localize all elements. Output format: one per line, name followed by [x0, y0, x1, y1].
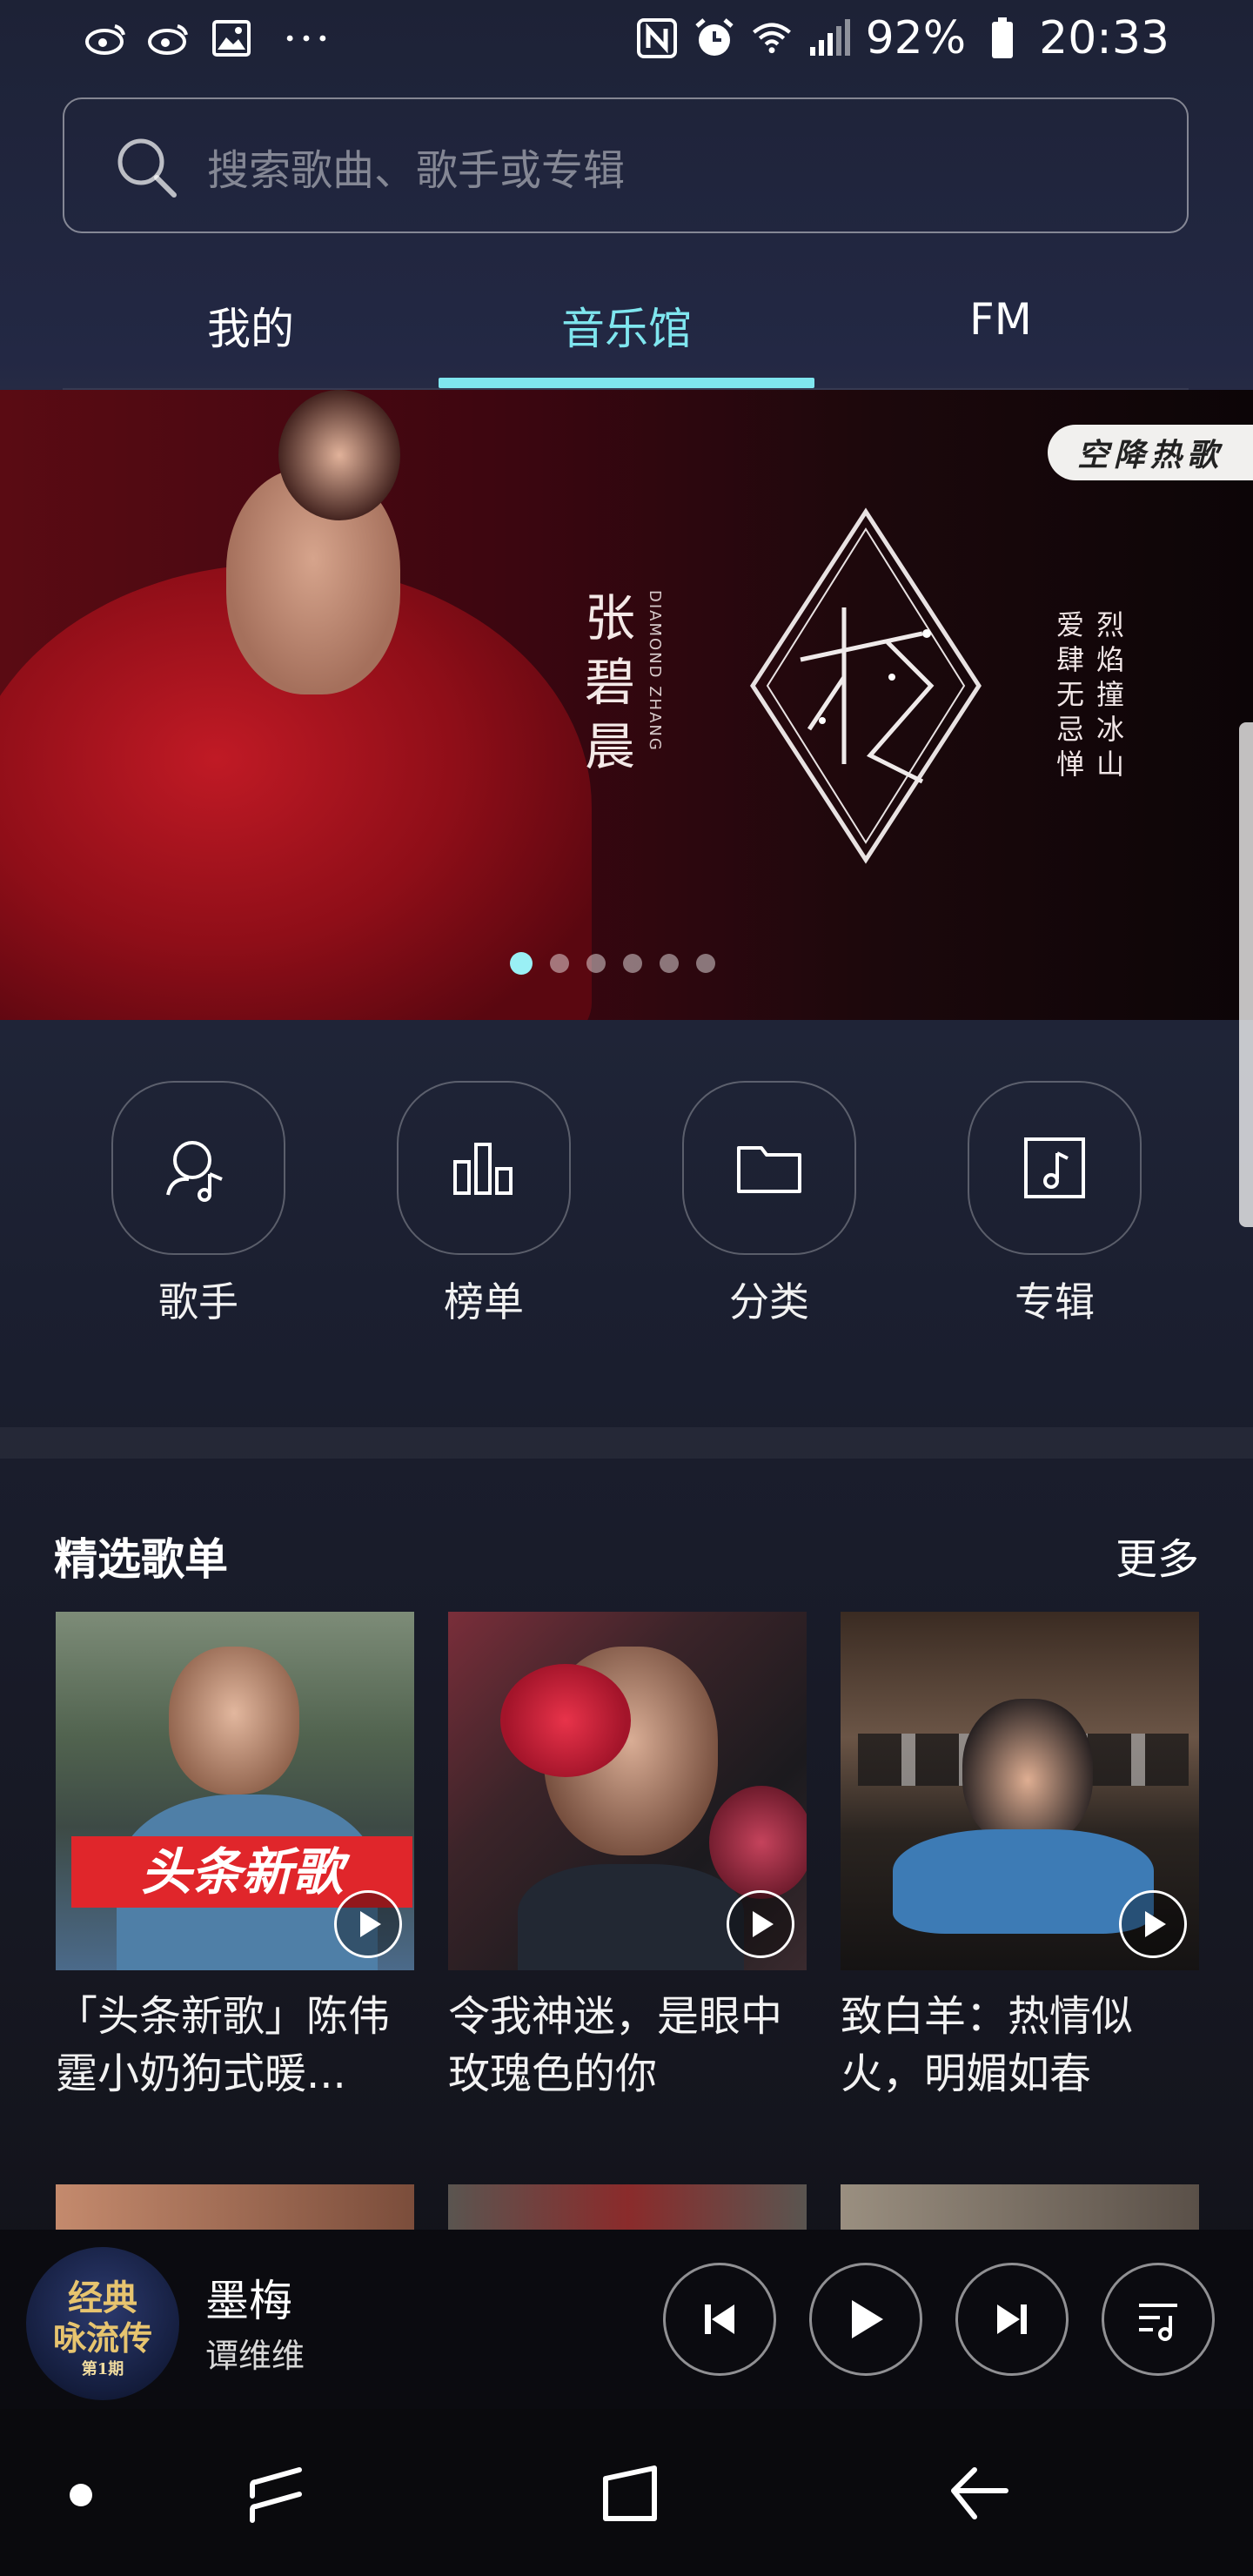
categories-button[interactable] — [682, 1081, 856, 1255]
more-icon — [285, 17, 327, 59]
carousel-indicator — [510, 952, 715, 975]
playlist-cover — [448, 1612, 807, 1970]
banner-artist-en: DIAMOND ZHANG — [646, 590, 664, 752]
playlist-card[interactable]: 致白羊：热情似火，明媚如春 — [841, 1612, 1199, 2103]
search-icon — [113, 134, 179, 200]
now-playing-artist[interactable]: 谭维维 — [205, 2329, 305, 2377]
albums-label: 专辑 — [1015, 1278, 1095, 1325]
categories-label: 分类 — [729, 1278, 809, 1325]
next-button[interactable] — [955, 2263, 1069, 2376]
search-placeholder: 搜索歌曲、歌手或专辑 — [207, 146, 626, 195]
previous-button[interactable] — [663, 2263, 776, 2376]
status-bar: 92% 20:33 — [0, 0, 1253, 84]
album-icon — [1024, 1137, 1085, 1198]
battery-icon — [982, 17, 1023, 59]
playlist-cover — [841, 1612, 1199, 1970]
weibo-icon — [148, 17, 190, 59]
singers-label: 歌手 — [158, 1278, 238, 1325]
banner-song-line-2: 爱肆无忌惮 — [1056, 608, 1085, 781]
playlist-queue-button[interactable] — [1102, 2263, 1215, 2376]
carousel-dot[interactable] — [660, 954, 679, 973]
battery-percent: 92% — [865, 12, 967, 64]
playlist-title: 致白羊：热情似火，明媚如春 — [841, 1992, 1134, 2098]
carousel-dot[interactable] — [550, 954, 569, 973]
playlist-cover-peek — [841, 2184, 1199, 2237]
queue-icon — [1139, 2304, 1177, 2341]
previous-icon — [705, 2304, 734, 2334]
chart-icon — [453, 1143, 513, 1195]
charts-label: 榜单 — [444, 1278, 524, 1325]
playlist-cover: 头条新歌 — [56, 1612, 414, 1970]
clock: 20:33 — [1039, 12, 1169, 64]
play-icon[interactable] — [334, 1890, 402, 1958]
albums-button[interactable] — [968, 1081, 1142, 1255]
now-playing-cover[interactable]: 经典 咏流传 第1期 — [26, 2247, 179, 2400]
more-link[interactable]: 更多 — [1116, 1525, 1199, 1586]
active-tab-indicator — [439, 378, 814, 388]
banner-artist-name: 张碧晨 — [585, 588, 636, 776]
back-icon[interactable] — [945, 2459, 1015, 2529]
tab-music-hall[interactable]: 音乐馆 — [539, 294, 714, 357]
edge-panel-handle[interactable] — [1239, 722, 1253, 1227]
playlist-cover-peek — [448, 2184, 807, 2237]
playlist-title: 「头条新歌」陈伟霆小奶狗式暖... — [56, 1992, 391, 2098]
next-icon — [997, 2304, 1027, 2334]
recent-apps-icon[interactable] — [244, 2459, 313, 2529]
nfc-icon — [636, 17, 678, 59]
cover-text: 第1期 — [81, 2360, 124, 2378]
folder-icon — [737, 1146, 801, 1193]
cover-text: 咏流传 — [52, 2318, 152, 2358]
gallery-icon — [211, 17, 252, 59]
search-bar[interactable]: 搜索歌曲、歌手或专辑 — [63, 97, 1189, 233]
banner-carousel[interactable]: 张碧晨 DIAMOND ZHANG 空降热歌 烈焰撞冰山 爱肆无忌惮 — [0, 390, 1253, 1020]
singer-icon — [166, 1141, 223, 1202]
nav-dot-icon[interactable] — [70, 2484, 92, 2506]
playlist-card[interactable]: 头条新歌 「头条新歌」陈伟霆小奶狗式暖... — [56, 1612, 414, 2103]
play-button[interactable] — [809, 2263, 922, 2376]
now-playing-title[interactable]: 墨梅 — [205, 2266, 292, 2329]
tab-fm[interactable]: FM — [940, 294, 1062, 345]
hot-song-badge: 空降热歌 — [1048, 425, 1253, 480]
wifi-icon — [751, 17, 793, 59]
playlist-card[interactable]: 令我神迷，是眼中玫瑰色的你 — [448, 1612, 807, 2103]
charts-button[interactable] — [397, 1081, 571, 1255]
section-divider — [0, 1427, 1253, 1459]
alarm-icon — [694, 17, 735, 59]
play-icon — [852, 2300, 883, 2338]
home-icon[interactable] — [597, 2459, 667, 2529]
banner-song-line-1: 烈焰撞冰山 — [1096, 608, 1125, 781]
carousel-dot[interactable] — [696, 954, 715, 973]
playlist-cover-peek — [56, 2184, 414, 2237]
carousel-dot[interactable] — [586, 954, 606, 973]
carousel-dot[interactable] — [623, 954, 642, 973]
play-icon[interactable] — [727, 1890, 794, 1958]
album-logo-icon — [750, 507, 982, 864]
singers-button[interactable] — [111, 1081, 285, 1255]
weibo-icon — [85, 17, 127, 59]
section-title: 精选歌单 — [54, 1534, 228, 1585]
signal-icon — [808, 17, 850, 59]
carousel-dot[interactable] — [510, 952, 533, 975]
play-icon[interactable] — [1119, 1890, 1187, 1958]
tab-mine[interactable]: 我的 — [181, 294, 320, 357]
playlist-title: 令我神迷，是眼中玫瑰色的你 — [448, 1992, 783, 2098]
